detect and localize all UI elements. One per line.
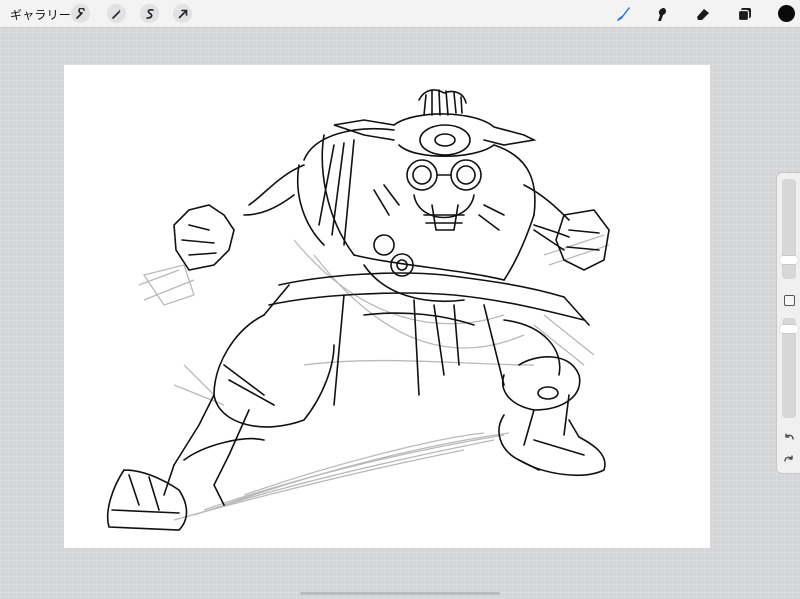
gallery-button[interactable]: ギャラリー [10,6,71,23]
color-swatch[interactable] [778,5,795,22]
brush-size-slider[interactable] [782,179,796,279]
modify-square-icon[interactable] [784,295,795,306]
eraser-icon[interactable] [693,4,713,24]
drawing-canvas[interactable] [64,65,710,548]
transform-arrow-icon[interactable] [173,4,192,23]
opacity-slider[interactable] [782,318,796,418]
wrench-icon[interactable] [71,4,90,23]
redo-icon[interactable] [782,453,796,467]
brush-icon[interactable] [613,4,633,24]
side-panel [776,172,800,474]
undo-icon[interactable] [782,431,796,445]
sketch-drawing [106,89,610,531]
brush-size-knob[interactable] [780,256,798,264]
magic-wand-icon[interactable] [107,4,126,23]
opacity-knob[interactable] [780,325,798,333]
layers-icon[interactable] [735,4,755,24]
smudge-icon[interactable] [652,4,672,24]
home-indicator [300,592,500,595]
selection-icon[interactable] [140,4,159,23]
top-toolbar: ギャラリー [0,0,800,28]
